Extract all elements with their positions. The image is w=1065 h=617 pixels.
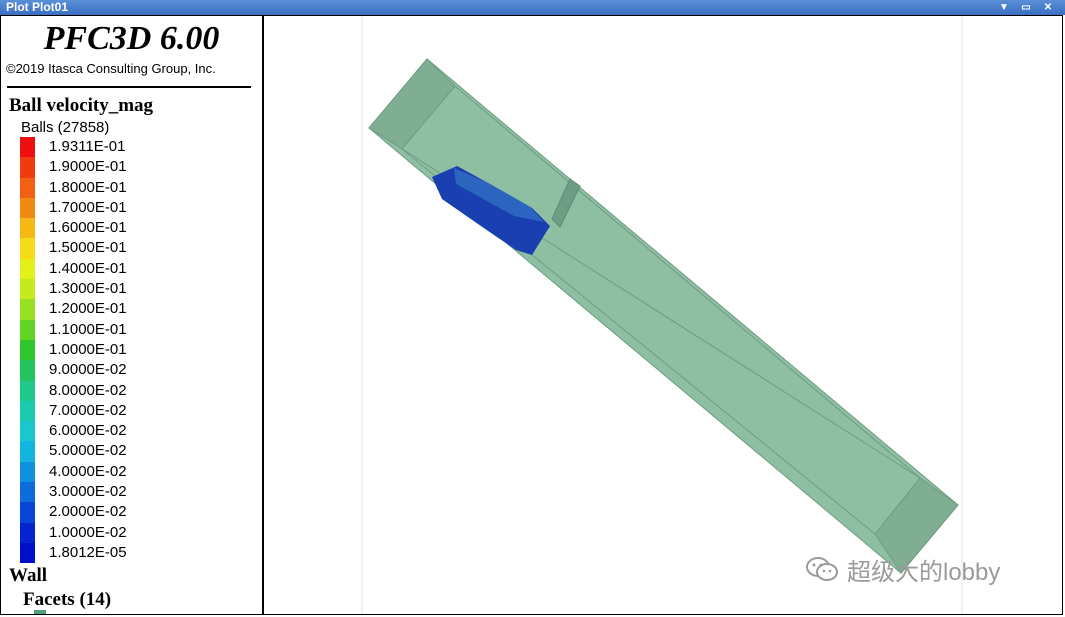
software-brand: PFC3D 6.00 [43,20,220,57]
scale-value-label: 1.1000E-01 [49,320,127,338]
scale-value-label: 1.8012E-05 [49,543,127,561]
wall-section-title: Wall [9,565,48,586]
plot-legend: PFC3D 6.00 ©2019 Itasca Consulting Group… [1,16,264,614]
scale-swatch [20,441,35,462]
scale-swatch [20,502,35,523]
scale-value-label: 1.9311E-01 [49,138,126,155]
scale-swatch [20,319,35,340]
model-view [361,16,963,614]
scale-swatch [20,339,35,361]
scale-value-label: 1.9000E-01 [49,158,127,176]
window-titlebar: Plot Plot01 ▼ ▭ ✕ [0,0,1065,15]
scale-value-label: 9.0000E-02 [49,361,127,379]
scale-swatch [20,461,35,483]
scale-swatch [20,197,35,219]
scale-swatch [20,522,35,543]
scale-value-label: 1.6000E-01 [49,219,127,237]
watermark-text: 超级大的lobby [847,558,1001,586]
scale-value-label: 2.0000E-02 [49,503,127,521]
window-restore-button[interactable]: ▭ [1017,0,1035,15]
window-close-button[interactable]: ✕ [1039,0,1057,15]
balls-count-label: Balls (27858) [21,119,110,136]
velocity-color-scale [20,137,35,564]
scale-value-label: 1.7000E-01 [49,198,127,216]
ball-section-title: Ball velocity_mag [9,95,154,116]
watermark: 超级大的lobby [805,552,1000,586]
facets-label: Facets (14) [23,589,112,610]
scale-swatch [20,177,35,198]
3d-viewport[interactable] [264,16,1062,614]
scale-swatch [20,137,35,158]
window-dropdown-button[interactable]: ▼ [995,0,1013,15]
scale-swatch [20,299,35,320]
scale-swatch [20,258,35,280]
scale-value-label: 1.3000E-01 [49,280,127,298]
scale-value-label: 1.0000E-01 [49,340,127,358]
scale-value-label: 1.0000E-02 [49,523,127,541]
scale-value-label: 8.0000E-02 [49,381,127,399]
scale-swatch [20,400,35,422]
scale-value-label: 1.5000E-01 [49,239,127,257]
velocity-scale-values: 1.9311E-01 1.9000E-01 1.8000E-01 1.7000E-01… [49,137,127,563]
scale-value-label: 3.0000E-02 [49,483,127,501]
scale-swatch [20,421,35,442]
scale-value-label: 6.0000E-02 [49,422,127,440]
wechat-icon [806,557,838,581]
copyright-text: ©2019 Itasca Consulting Group, Inc. [6,61,216,76]
scale-value-label: 4.0000E-02 [49,462,127,480]
scale-swatch [20,542,35,564]
legend-divider [7,86,251,88]
scale-swatch [20,482,35,503]
box-body [368,58,959,574]
scale-swatch [20,157,35,178]
window-title: Plot Plot01 [6,0,69,14]
scale-swatch [20,279,35,300]
box-edge-upper [454,85,921,479]
scale-value-label: 7.0000E-02 [49,401,127,419]
scale-swatch [20,218,35,239]
scale-value-label: 1.2000E-01 [49,300,127,318]
scale-swatch [20,238,35,259]
scale-swatch [20,380,35,401]
scale-value-label: 1.4000E-01 [49,259,127,277]
scale-value-label: 1.8000E-01 [49,178,127,196]
scale-value-label: 5.0000E-02 [49,442,127,460]
scale-swatch [20,360,35,381]
facet-color-swatch [34,610,46,614]
